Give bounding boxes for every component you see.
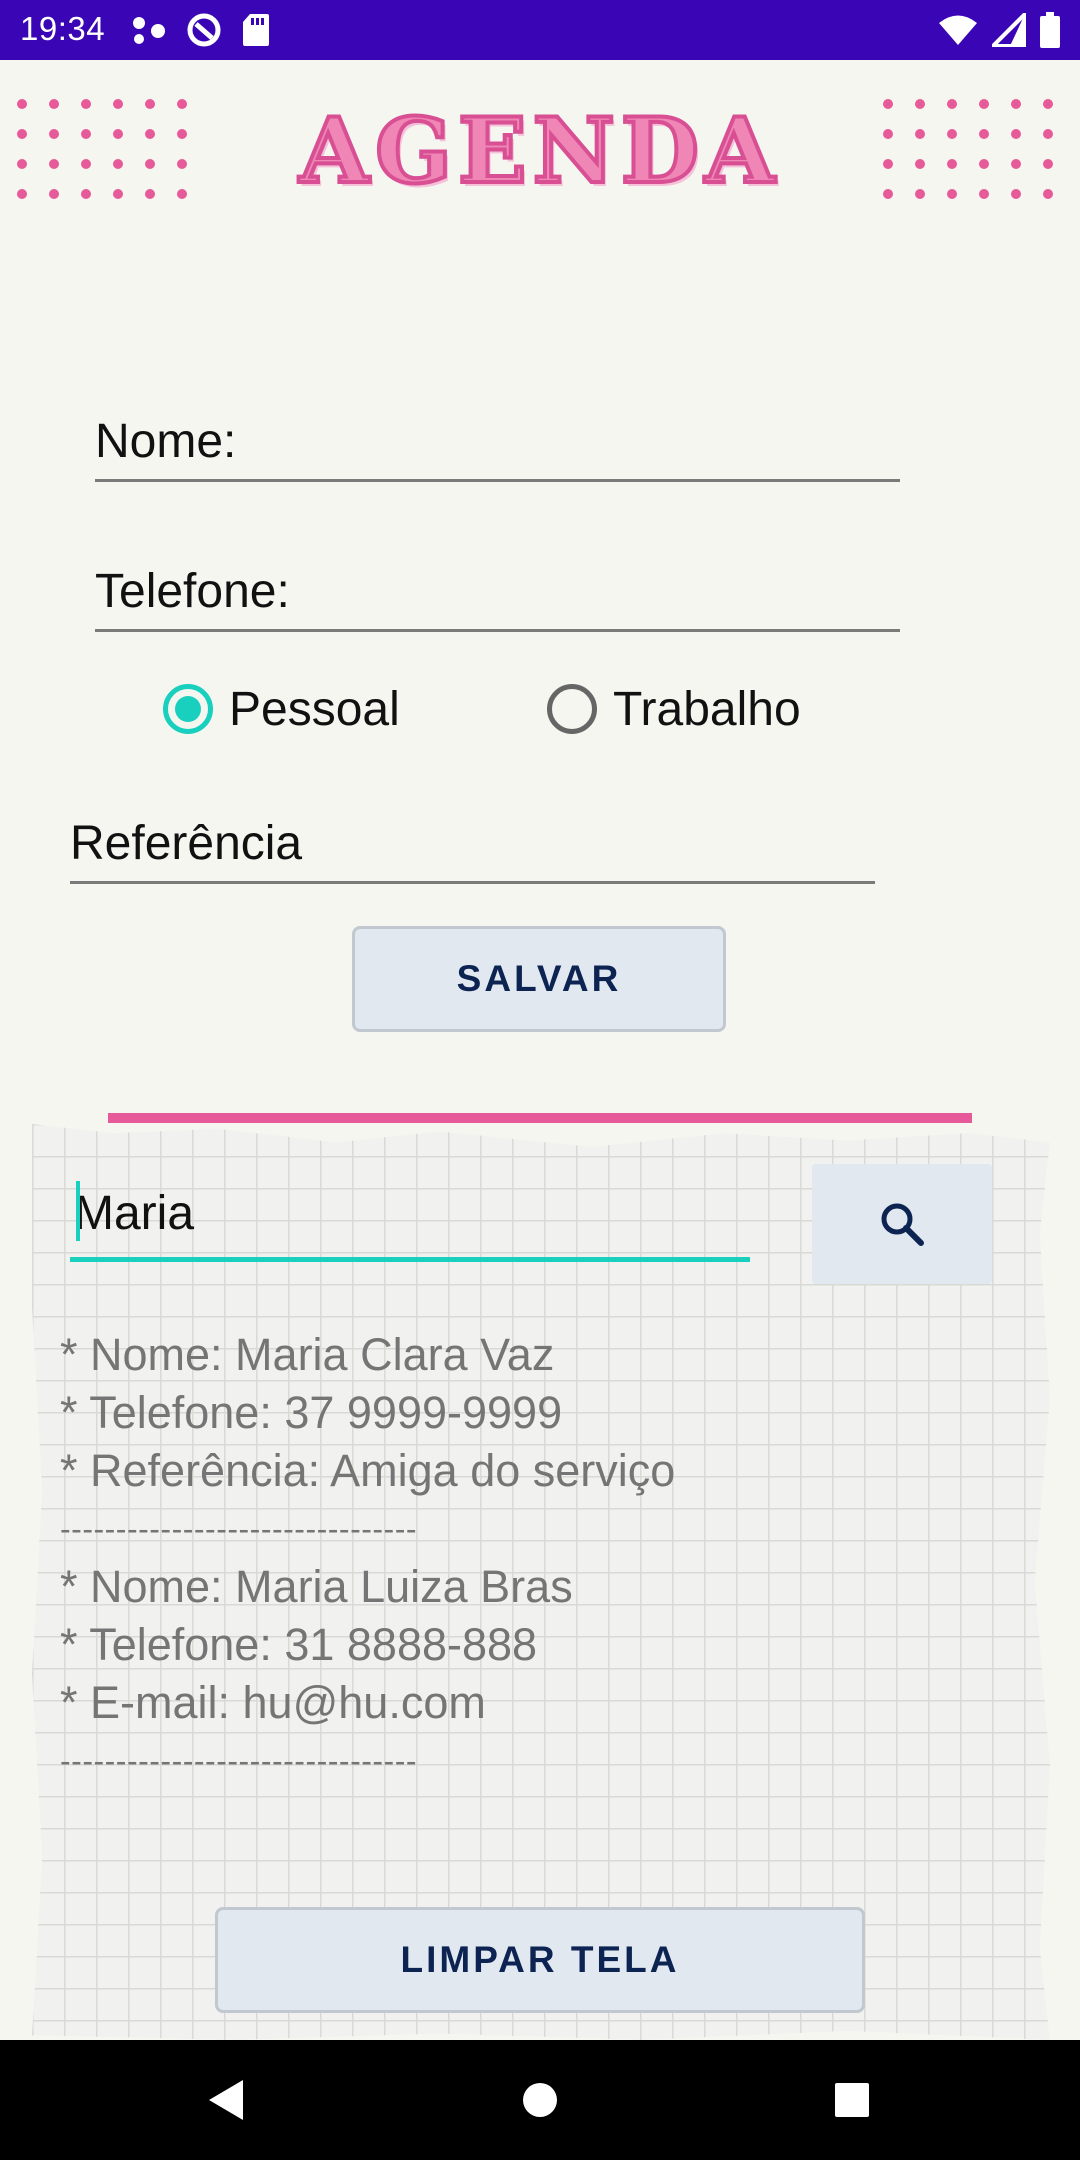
search-input[interactable]: Maria: [70, 1180, 750, 1262]
referencia-field[interactable]: Referência: [70, 800, 875, 884]
search-input-value: Maria: [74, 1187, 195, 1240]
notification-dots-icon: [133, 17, 165, 44]
result-line: * Telefone: 31 8888-888: [60, 1619, 538, 1670]
divider: [108, 1113, 972, 1123]
sd-card-icon: [243, 14, 269, 46]
signal-icon: [992, 13, 1026, 47]
radio-unchecked-icon: [547, 684, 597, 734]
radio-trabalho[interactable]: Trabalho: [547, 676, 801, 742]
back-icon: [209, 2080, 243, 2120]
clear-screen-button[interactable]: LIMPAR TELA: [215, 1907, 865, 2013]
status-bar: 19:34: [0, 0, 1080, 60]
radio-checked-icon: [163, 684, 213, 734]
data-saver-icon: [187, 13, 221, 47]
result-separator: --------------------------------: [60, 1743, 417, 1779]
result-line: * Nome: Maria Clara Vaz: [60, 1329, 555, 1380]
recents-icon: [835, 2083, 869, 2117]
referencia-label: Referência: [70, 817, 303, 870]
result-separator: --------------------------------: [60, 1511, 417, 1547]
result-line: * Telefone: 37 9999-9999: [60, 1387, 563, 1438]
result-line: * E-mail: hu@hu.com: [60, 1677, 486, 1728]
save-button[interactable]: SALVAR: [352, 926, 726, 1032]
radio-pessoal[interactable]: Pessoal: [163, 676, 400, 742]
wifi-icon: [939, 15, 977, 45]
home-icon: [523, 2083, 557, 2117]
telefone-label: Telefone:: [95, 565, 290, 618]
navigation-bar: [0, 2040, 1080, 2160]
telefone-field[interactable]: Telefone:: [95, 550, 900, 632]
search-icon: [881, 1203, 924, 1246]
radio-pessoal-label: Pessoal: [229, 682, 400, 736]
search-button[interactable]: [812, 1164, 992, 1284]
result-line: * Referência: Amiga do serviço: [60, 1445, 676, 1496]
radio-trabalho-label: Trabalho: [613, 682, 801, 736]
text-cursor: [76, 1181, 80, 1241]
battery-icon: [1040, 12, 1060, 48]
nome-field[interactable]: Nome:: [95, 400, 900, 482]
search-results: * Nome: Maria Clara Vaz * Telefone: 37 9…: [60, 1326, 1020, 1790]
status-time: 19:34: [20, 10, 106, 47]
recents-button[interactable]: [822, 2070, 882, 2130]
home-button[interactable]: [510, 2070, 570, 2130]
app-title: AGENDA: [297, 96, 781, 206]
result-line: * Nome: Maria Luiza Bras: [60, 1561, 573, 1612]
back-button[interactable]: [195, 2070, 255, 2130]
nome-label: Nome:: [95, 415, 237, 468]
